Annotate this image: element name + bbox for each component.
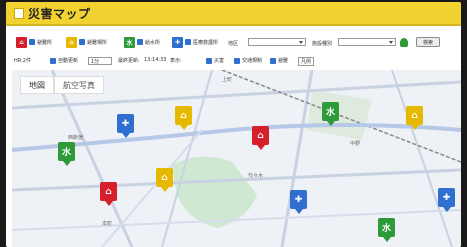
evacuation-pin[interactable]: ⌂: [252, 126, 269, 150]
last-update-time: 13:14:33: [144, 57, 167, 63]
status-bar: HR:2件 自動更新 1分 最終更新: 13:14:33 表示: 災害 交通規制…: [6, 54, 461, 68]
filter-bar: ⌂ 避難所 ⌂ 避難場所 水 給水所 ✚ 医療救護所 地区 施設種別 検索: [6, 30, 461, 54]
evacuation-pin[interactable]: ⌂: [100, 182, 117, 206]
filter-evacuation[interactable]: ⌂ 避難所: [16, 36, 52, 48]
filter-water[interactable]: 水 給水所: [124, 36, 160, 48]
option-traffic-checkbox[interactable]: [234, 58, 240, 64]
water-icon: 水: [124, 36, 135, 48]
filter-shelter[interactable]: ⌂ 避難場所: [66, 36, 107, 48]
filter-shelter-checkbox[interactable]: [79, 39, 85, 45]
option-disaster-checkbox[interactable]: [206, 58, 212, 64]
search-button[interactable]: 検索: [416, 37, 440, 47]
map-type-tabs: 地図 航空写真: [20, 76, 104, 94]
map-label: 代々木: [248, 173, 264, 179]
option-evac: 避難: [278, 58, 289, 64]
tab-aerial[interactable]: 航空写真: [54, 76, 104, 94]
shelter-icon: ⌂: [66, 36, 77, 48]
shelter-pin[interactable]: ⌂: [406, 106, 423, 130]
option-disaster: 災害: [214, 58, 225, 64]
interval-select[interactable]: 1分: [88, 57, 112, 65]
app-logo-icon: [14, 8, 24, 19]
facility-select[interactable]: [338, 38, 396, 46]
district-select[interactable]: [248, 38, 306, 46]
filter-medical-checkbox[interactable]: [185, 39, 191, 45]
tab-map[interactable]: 地図: [20, 76, 54, 94]
medical-pin[interactable]: ✚: [438, 188, 455, 212]
option-evac-checkbox[interactable]: [270, 58, 276, 64]
district-select-label: 地区: [228, 41, 239, 47]
result-count: HR:2件: [14, 58, 31, 64]
auto-update-checkbox[interactable]: [50, 58, 56, 64]
facility-select-label: 施設種別: [312, 41, 333, 47]
title-bar: 災害マップ: [6, 2, 461, 26]
map-label: 西新宿: [68, 135, 84, 141]
water-pin[interactable]: 水: [322, 102, 339, 126]
evacuation-icon: ⌂: [16, 36, 27, 48]
filter-water-checkbox[interactable]: [137, 39, 143, 45]
filter-evacuation-checkbox[interactable]: [29, 39, 35, 45]
water-pin[interactable]: 水: [378, 218, 395, 242]
app-window: 災害マップ ⌂ 避難所 ⌂ 避難場所 水 給水所 ✚ 医療救護所 地区 施設種別…: [6, 2, 461, 247]
option-traffic: 交通規制: [242, 58, 263, 64]
app-title: 災害マップ: [28, 7, 91, 21]
shelter-pin[interactable]: ⌂: [156, 168, 173, 192]
auto-update-label: 自動更新: [58, 58, 79, 64]
map-label: 上町: [222, 77, 233, 83]
map-label: 中野: [350, 141, 361, 147]
map-label: 本町: [102, 221, 113, 227]
medical-icon: ✚: [172, 36, 183, 48]
map-view[interactable]: 地図 航空写真 西新宿 上町 代々木 中野 本町 ✚ ⌂ 水 ⌂ 水 ⌂ ⌂ ⌂…: [12, 70, 461, 247]
medical-pin[interactable]: ✚: [290, 190, 307, 214]
display-label: 表示:: [170, 58, 182, 64]
medical-pin[interactable]: ✚: [117, 114, 134, 138]
user-icon: [400, 38, 408, 47]
last-update-label: 最終更新:: [118, 58, 140, 64]
shelter-pin[interactable]: ⌂: [175, 106, 192, 130]
water-pin[interactable]: 水: [58, 142, 75, 166]
legend-button[interactable]: 凡例: [298, 57, 315, 66]
filter-medical[interactable]: ✚ 医療救護所: [172, 36, 218, 48]
